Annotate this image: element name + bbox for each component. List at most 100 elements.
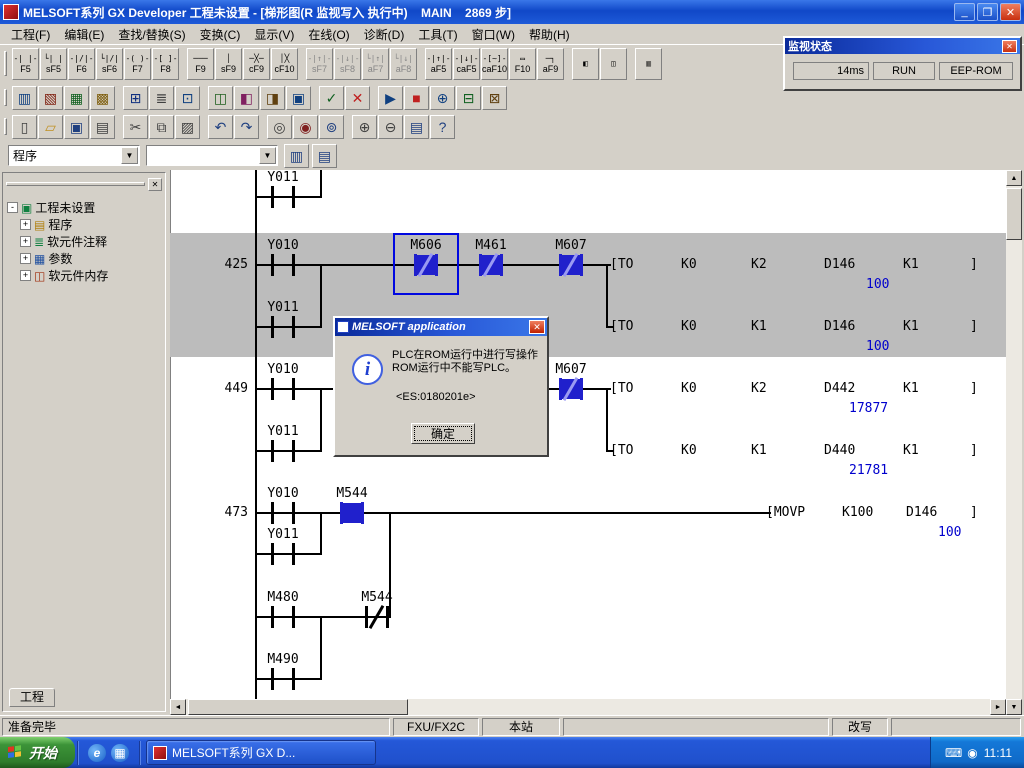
taskbar-task-gx-developer[interactable]: MELSOFT系列 GX D... — [146, 740, 376, 765]
project-data-list-button[interactable]: ▤ — [404, 115, 429, 139]
instruction-operand[interactable]: ] — [970, 381, 978, 396]
contact-y011[interactable]: Y011 — [263, 170, 303, 216]
instruction-operand[interactable]: ] — [970, 505, 978, 520]
sfc-view-button[interactable]: ⊡ — [175, 86, 200, 110]
instruction-operand[interactable]: K0 — [681, 381, 697, 396]
ladder-view-button[interactable]: ⊞ — [123, 86, 148, 110]
open-contact-button[interactable]: -| |-F5 — [12, 48, 39, 80]
chevron-down-icon[interactable]: ▼ — [121, 147, 138, 164]
program-convert-button[interactable]: ✓ — [319, 86, 344, 110]
menu-item-9[interactable]: 帮助(H) — [522, 24, 577, 45]
menu-item-5[interactable]: 在线(O) — [301, 24, 356, 45]
tree-item-program[interactable]: +▤程序 — [7, 216, 162, 233]
horizontal-scroll-thumb[interactable] — [188, 699, 408, 715]
ok-button[interactable]: 确定 — [411, 423, 475, 444]
instruction-operand[interactable]: ] — [970, 443, 978, 458]
delete-line-button[interactable]: ─┐aF9 — [537, 48, 564, 80]
instruction-operand[interactable]: K1 — [751, 319, 767, 334]
undo-button[interactable]: ↶ — [208, 115, 233, 139]
save-project-button[interactable]: ▣ — [64, 115, 89, 139]
comment-block-button[interactable]: ▥ — [635, 48, 662, 80]
tree-root-item[interactable]: -▣工程未设置 — [7, 199, 162, 216]
menu-item-7[interactable]: 工具(T) — [411, 24, 464, 45]
redo-button[interactable]: ↷ — [234, 115, 259, 139]
instruction-operand[interactable]: K2 — [751, 381, 767, 396]
contact-y010[interactable]: Y010 — [263, 486, 303, 532]
contact-m544[interactable]: M544 — [332, 486, 372, 532]
contact-m544[interactable]: M544 — [357, 590, 397, 636]
contact-y010[interactable]: Y010 — [263, 238, 303, 284]
instruction-operand[interactable]: D146 — [824, 319, 855, 334]
contact-y011[interactable]: Y011 — [263, 527, 303, 573]
collapse-icon[interactable]: - — [7, 202, 18, 213]
instruction-operand[interactable]: [TO — [610, 443, 633, 458]
contact-y010[interactable]: Y010 — [263, 362, 303, 408]
tab-project[interactable]: 工程 — [9, 688, 55, 707]
horizontal-scrollbar[interactable]: ◄ ► — [170, 699, 1006, 715]
toolbar-grip[interactable] — [4, 89, 7, 106]
instruction-operand[interactable]: K0 — [681, 257, 697, 272]
instruction-operand[interactable]: K0 — [681, 443, 697, 458]
menu-item-6[interactable]: 诊断(D) — [357, 24, 412, 45]
coil-button[interactable]: -( )-F7 — [124, 48, 151, 80]
alias-display-button[interactable]: ▣ — [286, 86, 311, 110]
contact-y011[interactable]: Y011 — [263, 424, 303, 470]
menu-item-2[interactable]: 查找/替换(S) — [111, 24, 192, 45]
scroll-left-icon[interactable]: ◄ — [170, 699, 186, 715]
expand-icon[interactable]: + — [20, 219, 31, 230]
menu-item-4[interactable]: 显示(V) — [247, 24, 301, 45]
tree-item-device-comment[interactable]: +≣软元件注释 — [7, 233, 162, 250]
tree-item-parameter[interactable]: +▦参数 — [7, 250, 162, 267]
instruction-operand[interactable]: K1 — [903, 443, 919, 458]
menu-item-3[interactable]: 变换(C) — [193, 24, 248, 45]
write-mode-button[interactable]: ▧ — [38, 86, 63, 110]
device-batch-monitor-button[interactable]: ⊟ — [456, 86, 481, 110]
expand-icon[interactable]: + — [20, 236, 31, 247]
instruction-operand[interactable]: [TO — [610, 319, 633, 334]
instruction-operand[interactable]: K0 — [681, 319, 697, 334]
contact-m607[interactable]: M607 — [551, 238, 591, 284]
monitor-stop-button[interactable]: ■ — [404, 86, 429, 110]
statement-display-button[interactable]: ◧ — [234, 86, 259, 110]
scroll-down-icon[interactable]: ▼ — [1006, 699, 1022, 715]
contact-m607[interactable]: M607 — [551, 362, 591, 408]
minimize-button[interactable]: _ — [954, 3, 975, 21]
ladder-block-split-button[interactable]: ◧ — [572, 48, 599, 80]
vertical-scroll-thumb[interactable] — [1006, 188, 1022, 240]
instruction-operand[interactable]: ] — [970, 257, 978, 272]
copy-button[interactable]: ⧉ — [149, 115, 174, 139]
expand-icon[interactable]: + — [20, 253, 31, 264]
instruction-operand[interactable]: K1 — [903, 257, 919, 272]
instruction-operand[interactable]: K100 — [842, 505, 873, 520]
closed-contact-button[interactable]: -|/|-F6 — [68, 48, 95, 80]
expand-icon[interactable]: + — [20, 270, 31, 281]
note-display-button[interactable]: ◨ — [260, 86, 285, 110]
maximize-button[interactable]: ❐ — [977, 3, 998, 21]
safety-status-icon[interactable]: ◉ — [967, 747, 977, 759]
titlebar[interactable]: MELSOFT系列 GX Developer 工程未设置 - [梯形图(R 监视… — [0, 0, 1024, 24]
open-contact-branch-button[interactable]: └| |sF5 — [40, 48, 67, 80]
contact-m461[interactable]: M461 — [471, 238, 511, 284]
invert-operation-result-button[interactable]: -[~]-caF10 — [481, 48, 508, 80]
zoom-out-button[interactable]: ⊖ — [378, 115, 403, 139]
dialog-titlebar[interactable]: MELSOFT application ✕ — [335, 318, 547, 336]
start-button[interactable]: 开始 — [0, 737, 75, 768]
chevron-down-icon[interactable]: ▼ — [259, 147, 276, 164]
closed-contact-branch-button[interactable]: └|/|sF6 — [96, 48, 123, 80]
instruction-operand[interactable]: [TO — [610, 381, 633, 396]
read-mode-button[interactable]: ▥ — [12, 86, 37, 110]
device-test-button[interactable]: ⊕ — [430, 86, 455, 110]
horizontal-line-button[interactable]: ───F9 — [187, 48, 214, 80]
scroll-up-icon[interactable]: ▲ — [1006, 170, 1022, 186]
instruction-operand[interactable]: [TO — [610, 257, 633, 272]
cut-button[interactable]: ✂ — [123, 115, 148, 139]
find-button[interactable]: ◎ — [267, 115, 292, 139]
instruction-list-view-button[interactable]: ≣ — [149, 86, 174, 110]
monitor-status-titlebar[interactable]: 监视状态 ✕ — [785, 38, 1020, 54]
help-button[interactable]: ? — [430, 115, 455, 139]
panel-grip[interactable] — [6, 182, 145, 186]
rising-pulse-close-button[interactable]: -|↑|-aF5 — [425, 48, 452, 80]
menu-item-8[interactable]: 窗口(W) — [465, 24, 522, 45]
delete-horizontal-line-button[interactable]: ─╳─cF9 — [243, 48, 270, 80]
instruction-operand[interactable]: [MOVP — [766, 505, 805, 520]
